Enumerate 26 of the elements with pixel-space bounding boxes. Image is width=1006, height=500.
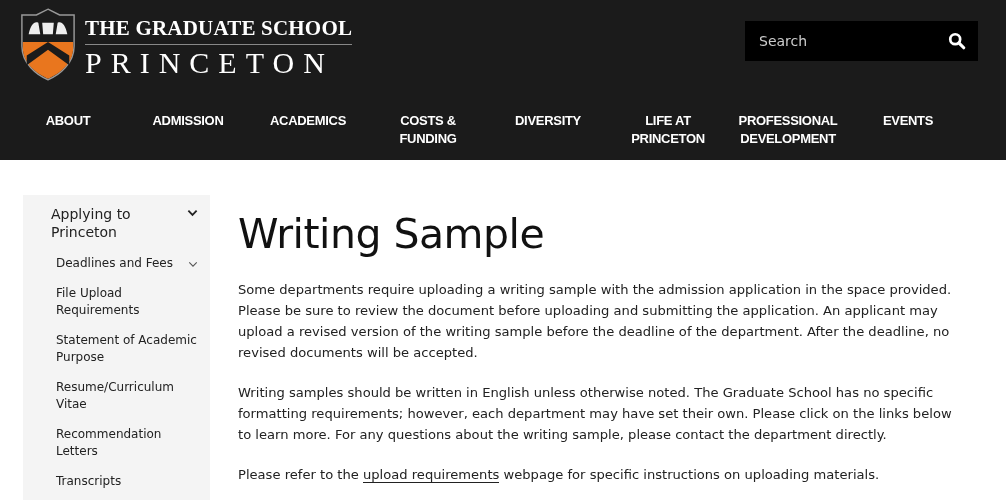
logo-name: PRINCETON: [85, 45, 335, 81]
shield-icon: [19, 6, 77, 82]
nav-link[interactable]: PROFESSIONAL DEVELOPMENT: [733, 112, 843, 148]
nav-link[interactable]: ADMISSION: [152, 112, 224, 148]
search-icon[interactable]: [948, 32, 966, 50]
nav-link[interactable]: ACADEMICS: [270, 112, 346, 148]
paragraph: Please refer to the upload requirements webpage for specific instructions on uploading materials.: [238, 466, 881, 485]
nav-link[interactable]: DIVERSITY: [515, 112, 581, 148]
chevron-icon[interactable]: [187, 209, 198, 217]
search-field[interactable]: Search: [745, 21, 978, 61]
sidebar-item[interactable]: Deadlines and Fees: [56, 255, 173, 272]
page-title: Writing Sample: [238, 209, 546, 259]
nav-link[interactable]: COSTS & FUNDING: [373, 112, 483, 148]
sidebar-item[interactable]: File Upload Requirements: [56, 285, 198, 319]
paragraph: Writing samples should be written in English unless otherwise noted. The Graduate School has no specific formatting requirements; however, each department may have set their own. Please click on the links below to learn more. For any questions about the writing sample, please contact the department directly.: [238, 384, 953, 444]
nav-link[interactable]: ABOUT: [45, 112, 91, 148]
sidebar-item[interactable]: Statement of Academic Purpose: [56, 332, 198, 366]
upload-requirements-link[interactable]: upload requirements: [363, 467, 500, 483]
sidebar-item[interactable]: Resume/Curriculum Vitae: [56, 379, 198, 413]
nav-link[interactable]: LIFE AT PRINCETON: [613, 112, 723, 148]
nav-link[interactable]: EVENTS: [882, 112, 934, 148]
sidebar-item[interactable]: Recommendation Letters: [56, 426, 198, 460]
paragraph: Some departments require uploading a writing sample with the admission application in the space provided. Please be sure to review the document before uploading and submitting the application. An applicant may upload a revised version of the writing sample before the deadline of the department. After the deadline, no revised documents will be accepted.: [238, 281, 953, 362]
sidebar-item[interactable]: Transcripts: [56, 473, 122, 490]
logo-title: THE GRADUATE SCHOOL: [85, 16, 353, 45]
sidebar-item[interactable]: Applying to Princeton: [51, 205, 161, 241]
